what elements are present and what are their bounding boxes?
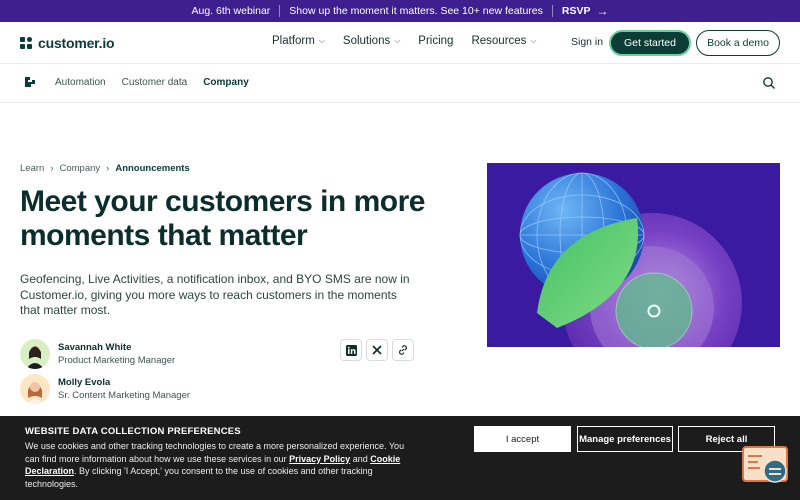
cookie-text-part: . By clicking 'I Accept,' you consent to… [25, 466, 373, 489]
arrow-right-icon: → [596, 4, 609, 18]
announcement-banner[interactable]: Aug. 6th webinar Show up the moment it m… [0, 0, 800, 22]
chevron-down-icon: ⌵ [394, 36, 401, 45]
banner-divider [551, 5, 553, 17]
manage-preferences-button[interactable]: Manage preferences [577, 426, 673, 452]
sub-nav-item-automation[interactable]: Automation [55, 77, 106, 88]
share-buttons [340, 339, 414, 361]
nav-item-label: Platform [272, 35, 315, 47]
chevron-down-icon: ⌵ [318, 36, 325, 45]
breadcrumb: Learn › Company › Announcements [20, 163, 190, 174]
chevron-right-icon: › [50, 163, 54, 174]
main-nav: customer.io Platform ⌵ Solutions ⌵ Prici… [0, 22, 800, 64]
banner-divider [279, 5, 281, 17]
logo-text: customer.io [38, 35, 115, 51]
breadcrumb-learn[interactable]: Learn [20, 163, 44, 174]
privacy-policy-link[interactable]: Privacy Policy [289, 454, 350, 464]
sub-nav-item-company[interactable]: Company [203, 77, 249, 88]
logo[interactable]: customer.io [20, 35, 115, 51]
page-title: Meet your customers in more moments that… [20, 185, 425, 252]
cookie-text-part: and [350, 453, 371, 464]
book-demo-button[interactable]: Book a demo [696, 30, 780, 56]
x-icon[interactable] [366, 339, 388, 361]
avatar [20, 339, 50, 369]
nav-links: Platform ⌵ Solutions ⌵ Pricing Resources… [272, 35, 537, 47]
author-role: Product Marketing Manager [58, 355, 176, 366]
nav-item-pricing[interactable]: Pricing [418, 35, 453, 47]
get-started-button[interactable]: Get started [609, 30, 691, 56]
banner-message[interactable]: Show up the moment it matters. See 10+ n… [289, 5, 543, 17]
author-role: Sr. Content Marketing Manager [58, 390, 191, 401]
author-card[interactable]: Molly Evola Sr. Content Marketing Manage… [20, 374, 190, 404]
nav-item-solutions[interactable]: Solutions ⌵ [343, 35, 400, 47]
rsvp-label: RSVP [561, 5, 591, 17]
chevron-right-icon: › [106, 163, 110, 174]
linkedin-icon[interactable] [340, 339, 362, 361]
nav-item-label: Resources [471, 35, 527, 47]
cookie-text: We use cookies and other tracking techno… [25, 440, 415, 490]
cookie-settings-icon[interactable] [742, 446, 790, 486]
link-icon[interactable] [392, 339, 414, 361]
cookie-banner: WEBSITE DATA COLLECTION PREFERENCES We u… [0, 416, 800, 500]
author-card[interactable]: Savannah White Product Marketing Manager [20, 339, 175, 369]
accept-cookies-button[interactable]: I accept [474, 426, 571, 452]
rsvp-link[interactable]: RSVP → [562, 4, 609, 18]
article-description: Geofencing, Live Activities, a notificat… [20, 272, 410, 317]
sign-in-link[interactable]: Sign in [571, 36, 603, 48]
hero-illustration [487, 163, 780, 347]
breadcrumb-announcements[interactable]: Announcements [115, 163, 189, 174]
section-logo-icon[interactable] [24, 76, 36, 91]
chevron-down-icon: ⌵ [530, 36, 537, 45]
banner-date: Aug. 6th webinar [191, 5, 271, 17]
author-name: Savannah White [58, 342, 132, 353]
sub-nav: Automation Customer data Company [0, 64, 800, 103]
sub-nav-links: Automation Customer data Company [55, 77, 249, 88]
nav-item-label: Solutions [342, 35, 391, 47]
nav-item-label: Pricing [418, 35, 454, 47]
author-name: Molly Evola [58, 377, 111, 388]
sub-nav-item-customer-data[interactable]: Customer data [122, 77, 188, 88]
logo-mark-icon [20, 36, 33, 50]
nav-item-resources[interactable]: Resources ⌵ [471, 35, 536, 47]
nav-item-platform[interactable]: Platform ⌵ [272, 35, 325, 47]
search-icon[interactable] [762, 76, 776, 90]
avatar [20, 374, 50, 404]
cookie-heading: WEBSITE DATA COLLECTION PREFERENCES [25, 426, 241, 437]
breadcrumb-company[interactable]: Company [59, 163, 100, 174]
